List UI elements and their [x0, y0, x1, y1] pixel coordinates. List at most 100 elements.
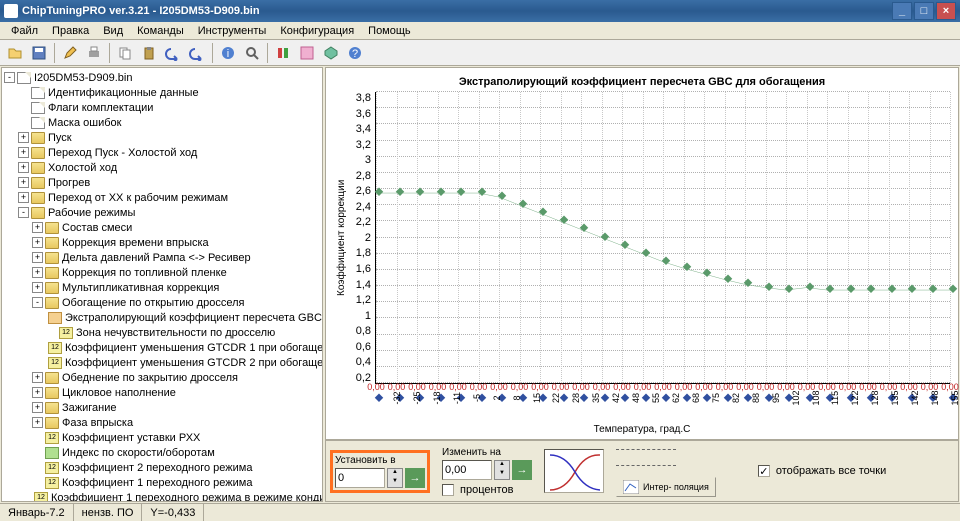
percent-checkbox[interactable] — [442, 484, 454, 496]
num-icon: 12 — [34, 492, 48, 503]
menu-Инструменты[interactable]: Инструменты — [191, 24, 274, 38]
tree-item[interactable]: +Цикловое наполнение — [4, 385, 320, 400]
change-label: Изменить на — [442, 447, 532, 458]
tree-item[interactable]: +Переход Пуск - Холостой ход — [4, 145, 320, 160]
tree-item[interactable]: Экстраполирующий коэффициент пересчета G… — [4, 310, 320, 325]
num-icon: 12 — [45, 462, 59, 474]
expander-icon[interactable]: + — [32, 267, 43, 278]
tree-item[interactable]: Флаги комплектации — [4, 100, 320, 115]
x-axis-label: Температура, град.С — [334, 402, 950, 435]
status-b: нензв. ПО — [74, 504, 143, 521]
folder-icon — [31, 147, 45, 159]
tree-item[interactable]: +Холостой ход — [4, 160, 320, 175]
set-apply-button[interactable]: → — [405, 468, 425, 488]
menu-Помощь[interactable]: Помощь — [361, 24, 418, 38]
expander-icon[interactable]: + — [32, 372, 43, 383]
tree-item[interactable]: +Коррекция времени впрыска — [4, 235, 320, 250]
tree-item[interactable]: -Обогащение по открытию дросселя — [4, 295, 320, 310]
tree-item[interactable]: +Фаза впрыска — [4, 415, 320, 430]
set-value-input[interactable] — [335, 468, 385, 488]
expander-icon[interactable]: + — [32, 387, 43, 398]
tree-item[interactable]: +Мультипликативная коррекция — [4, 280, 320, 295]
tree-item[interactable]: +Прогрев — [4, 175, 320, 190]
tool3-icon[interactable] — [320, 42, 342, 64]
paste-icon[interactable] — [138, 42, 160, 64]
set-value-spinner[interactable]: ▲▼ — [387, 468, 403, 488]
open-icon[interactable] — [4, 42, 26, 64]
tree-item[interactable]: +Состав смеси — [4, 220, 320, 235]
tree-item[interactable]: 12Коэффициент 1 переходного режима — [4, 475, 320, 490]
menu-Правка[interactable]: Правка — [45, 24, 96, 38]
tree-item[interactable]: +Коррекция по топливной пленке — [4, 265, 320, 280]
tree-item[interactable]: +Переход от ХХ к рабочим режимам — [4, 190, 320, 205]
tree-root[interactable]: -I205DM53-D909.bin — [4, 70, 320, 85]
expander-icon[interactable]: + — [18, 177, 29, 188]
tree-item[interactable]: Идентификационные данные — [4, 85, 320, 100]
percent-label: процентов — [460, 484, 513, 496]
help-icon[interactable]: ? — [344, 42, 366, 64]
tree-item[interactable]: +Обеднение по закрытию дросселя — [4, 370, 320, 385]
plot-area[interactable]: 0,000,000,000,000,000,000,000,000,000,00… — [375, 92, 950, 384]
tree-item[interactable]: 12Коэффициент 1 переходного режима в реж… — [4, 490, 320, 502]
tree-item[interactable]: +Пуск — [4, 130, 320, 145]
tree-item[interactable]: 12Коэффициент уставки РХХ — [4, 430, 320, 445]
expander-icon[interactable]: + — [18, 192, 29, 203]
tool2-icon[interactable] — [296, 42, 318, 64]
y-axis-label: Коэффициент коррекции — [334, 92, 349, 384]
status-a: Январь-7.2 — [0, 504, 74, 521]
minimize-button[interactable]: _ — [892, 2, 912, 20]
expander-icon[interactable]: + — [32, 402, 43, 413]
expander-icon[interactable]: + — [18, 147, 29, 158]
close-button[interactable]: × — [936, 2, 956, 20]
show-all-checkbox[interactable]: ✓ — [758, 465, 770, 477]
toolbar: i ? — [0, 40, 960, 66]
expander-icon[interactable]: + — [18, 162, 29, 173]
status-c: Y=-0,433 — [142, 504, 204, 521]
interpolation-button[interactable]: Интер- поляция — [616, 477, 716, 497]
edit-icon[interactable] — [59, 42, 81, 64]
change-value-input[interactable] — [442, 460, 492, 480]
folder-icon — [45, 267, 59, 279]
folder-icon — [31, 207, 45, 219]
tree-item[interactable]: Индекс по скорости/оборотам — [4, 445, 320, 460]
save-icon[interactable] — [28, 42, 50, 64]
tree-item[interactable]: Маска ошибок — [4, 115, 320, 130]
tool1-icon[interactable] — [272, 42, 294, 64]
info-icon[interactable]: i — [217, 42, 239, 64]
undo-icon[interactable] — [162, 42, 184, 64]
tree-item[interactable]: +Зажигание — [4, 400, 320, 415]
folder-icon — [45, 387, 59, 399]
menu-Команды[interactable]: Команды — [130, 24, 191, 38]
menu-Файл[interactable]: Файл — [4, 24, 45, 38]
svg-text:i: i — [227, 48, 229, 60]
num-icon: 12 — [59, 327, 73, 339]
tree-item[interactable]: -Рабочие режимы — [4, 205, 320, 220]
menu-Конфигурация[interactable]: Конфигурация — [273, 24, 361, 38]
expander-icon[interactable]: - — [18, 207, 29, 218]
print-icon[interactable] — [83, 42, 105, 64]
change-value-spinner[interactable]: ▲▼ — [494, 460, 510, 480]
expander-icon[interactable]: + — [32, 417, 43, 428]
tree-sidebar[interactable]: -I205DM53-D909.binИдентификационные данн… — [1, 67, 323, 502]
tree-item[interactable]: 12Зона нечувствительности по дросселю — [4, 325, 320, 340]
folder-icon — [45, 402, 59, 414]
show-all-points[interactable]: ✓ отображать все точки — [758, 465, 886, 477]
tree-item[interactable]: 12Коэффициент уменьшения GTCDR 1 при обо… — [4, 340, 320, 355]
expander-icon[interactable]: + — [18, 132, 29, 143]
tree-item[interactable]: +Дельта давлений Рампа <-> Ресивер — [4, 250, 320, 265]
maximize-button[interactable]: □ — [914, 2, 934, 20]
curve-preview[interactable] — [544, 449, 604, 493]
copy-icon[interactable] — [114, 42, 136, 64]
expander-icon[interactable]: + — [32, 222, 43, 233]
menu-Вид[interactable]: Вид — [96, 24, 130, 38]
menubar: ФайлПравкаВидКомандыИнструментыКонфигура… — [0, 22, 960, 40]
expander-icon[interactable]: + — [32, 252, 43, 263]
tree-item[interactable]: 12Коэффициент 2 переходного режима — [4, 460, 320, 475]
redo-icon[interactable] — [186, 42, 208, 64]
expander-icon[interactable]: + — [32, 282, 43, 293]
change-apply-button[interactable]: → — [512, 460, 532, 480]
tree-item[interactable]: 12Коэффициент уменьшения GTCDR 2 при обо… — [4, 355, 320, 370]
expander-icon[interactable]: + — [32, 237, 43, 248]
search-icon[interactable] — [241, 42, 263, 64]
expander-icon[interactable]: - — [32, 297, 43, 308]
